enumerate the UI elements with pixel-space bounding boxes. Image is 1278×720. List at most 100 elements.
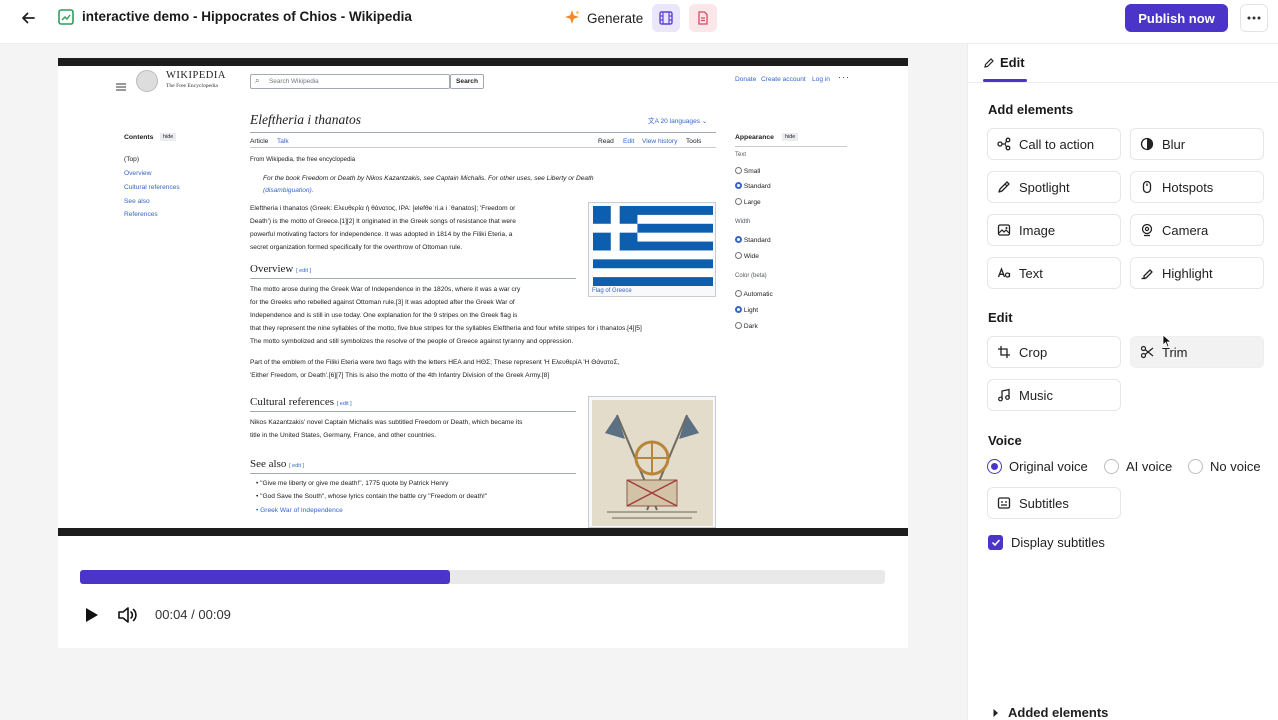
color-label: Color (beta)	[735, 273, 767, 279]
video-player: WIKIPEDIA The Free Encyclopedia ⌕ Search…	[58, 58, 908, 648]
appearance-rule	[735, 146, 847, 147]
emblem-painting	[588, 396, 716, 528]
tab-divider	[968, 82, 1278, 83]
publish-button[interactable]: Publish now	[1125, 4, 1228, 32]
progress-bar[interactable]	[80, 570, 885, 584]
camera-button[interactable]: Camera	[1130, 214, 1264, 246]
hotspots-icon	[1142, 180, 1152, 194]
overview-line-2: for the Greeks who rebelled against Otto…	[250, 299, 515, 306]
voice-option-original[interactable]: Original voice	[987, 459, 1088, 474]
video-frame[interactable]: WIKIPEDIA The Free Encyclopedia ⌕ Search…	[58, 58, 908, 536]
toc-title: Contents	[124, 134, 154, 141]
trim-button[interactable]: Trim	[1130, 336, 1264, 368]
call-to-action-icon	[997, 137, 1011, 151]
tab-edit[interactable]: Edit	[983, 55, 1025, 70]
article-title: Eleftheria i thanatos	[250, 112, 361, 127]
text-size-label: Text	[735, 152, 747, 158]
crop-icon	[998, 346, 1010, 358]
demo-file-icon	[58, 9, 74, 25]
hotspots-button[interactable]: Hotspots	[1130, 171, 1264, 203]
image-icon	[997, 224, 1011, 236]
greek-flag	[593, 206, 713, 286]
display-subtitles-label: Display subtitles	[1011, 535, 1105, 550]
voice-option-label: Original voice	[1009, 459, 1088, 474]
preview-area: WIKIPEDIA The Free Encyclopedia ⌕ Search…	[0, 44, 967, 720]
overview-line-1: The motto arose during the Greek War of …	[250, 286, 521, 293]
toc-item-top: (Top)	[124, 156, 140, 163]
cultural-rule	[250, 411, 576, 412]
added-elements-label: Added elements	[1008, 705, 1109, 720]
radio-unselected	[1188, 459, 1203, 474]
call-to-action-button[interactable]: Call to action	[987, 128, 1121, 160]
hatnote-line-2: (disambiguation).	[263, 187, 314, 194]
radio-selected	[987, 459, 1002, 474]
more-options-icon[interactable]	[1240, 4, 1268, 32]
flag-infobox: Flag of Greece	[588, 202, 716, 297]
voice-option-ai[interactable]: AI voice	[1104, 459, 1172, 474]
image-button[interactable]: Image	[987, 214, 1121, 246]
hotspots-label: Hotspots	[1162, 179, 1214, 195]
camera-icon	[1141, 223, 1153, 237]
time-display: 00:04 / 00:09	[155, 607, 231, 622]
highlight-button[interactable]: Highlight	[1130, 257, 1264, 289]
appearance-title: Appearance	[735, 134, 774, 141]
wikipedia-globe-logo	[136, 70, 158, 92]
wiki-search-button: Search	[450, 74, 484, 89]
blur-button[interactable]: Blur	[1130, 128, 1264, 160]
mouse-cursor-icon	[1162, 334, 1172, 348]
music-icon	[998, 388, 1010, 402]
document-mode-button[interactable]	[689, 4, 717, 32]
chevron-right-icon	[993, 708, 998, 717]
hatnote-line-1: For the book Freedom or Death by Nikos K…	[263, 175, 594, 182]
back-arrow-icon[interactable]	[14, 5, 42, 31]
added-elements-toggle[interactable]: Added elements	[992, 705, 1108, 720]
wiki-wordmark: WIKIPEDIA	[166, 70, 226, 81]
image-label: Image	[1019, 222, 1056, 238]
edit-panel: Edit Add elements Call to action Blur Sp…	[967, 44, 1278, 720]
see-also-item: • Greek War of Independence	[256, 507, 343, 514]
color-option-automatic: Automatic	[735, 289, 773, 302]
document-title[interactable]: interactive demo - Hippocrates of Chios …	[82, 9, 412, 24]
highlight-icon	[1141, 269, 1153, 280]
width-option-standard: Standard	[735, 235, 771, 248]
subtitles-button[interactable]: Subtitles	[987, 487, 1121, 519]
document-icon	[698, 11, 708, 25]
intro-line-1: Eleftheria i thanatos (Greek: Ελευθερία …	[250, 205, 516, 212]
overview-line-3: Independence and is still in use today. …	[250, 312, 518, 319]
overview-heading: Overview [ edit ]	[250, 263, 312, 275]
wiki-login-link: Log in	[812, 76, 830, 83]
toc-item-overview: Overview	[124, 170, 152, 177]
from-wikipedia: From Wikipedia, the free encyclopedia	[250, 156, 356, 163]
play-icon[interactable]	[80, 604, 102, 626]
display-subtitles-checkbox[interactable]: Display subtitles	[988, 535, 1105, 550]
tabs-rule	[250, 147, 716, 148]
title-rule	[250, 132, 716, 133]
top-bar: interactive demo - Hippocrates of Chios …	[0, 0, 1278, 44]
blur-label: Blur	[1162, 136, 1186, 152]
voice-section-title: Voice	[988, 433, 1022, 448]
voice-option-none[interactable]: No voice	[1188, 459, 1261, 474]
generate-button[interactable]: Generate	[563, 6, 643, 30]
toc-item-see-also: See also	[124, 198, 150, 205]
voice-option-label: AI voice	[1126, 459, 1173, 474]
appearance-hide: hide	[782, 133, 799, 141]
emblem-image	[592, 400, 713, 526]
toc-item-references: References	[124, 211, 158, 218]
see-also-item: • "God Save the South", whose lyrics con…	[256, 493, 488, 500]
text-icon	[997, 267, 1011, 278]
video-mode-button[interactable]	[652, 4, 680, 32]
wiki-search-box: ⌕ Search Wikipedia	[250, 74, 450, 89]
text-button[interactable]: Text	[987, 257, 1121, 289]
volume-icon[interactable]	[116, 604, 138, 626]
intro-line-2: Death') is the motto of Greece.[1][2] It…	[250, 218, 516, 225]
color-option-dark: Dark	[735, 321, 758, 334]
pencil-icon	[984, 57, 994, 68]
edit-section-title: Edit	[988, 310, 1013, 325]
call-to-action-label: Call to action	[1019, 136, 1095, 152]
scissors-icon	[1140, 345, 1154, 359]
toc-item-cultural: Cultural references	[124, 184, 180, 191]
cultural-line-2: title in the United States, Germany, Fra…	[250, 432, 437, 439]
music-button[interactable]: Music	[987, 379, 1121, 411]
crop-button[interactable]: Crop	[987, 336, 1121, 368]
spotlight-button[interactable]: Spotlight	[987, 171, 1121, 203]
